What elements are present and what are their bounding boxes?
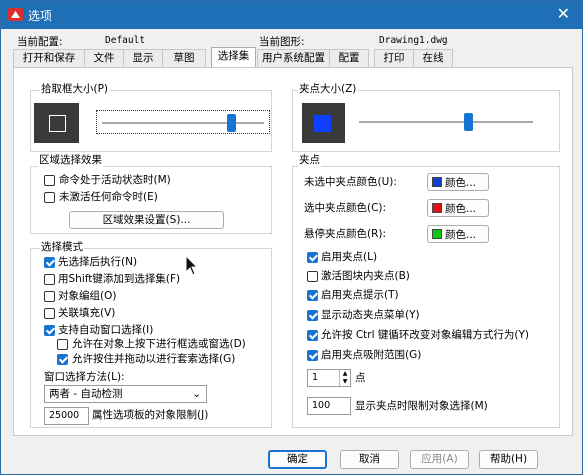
show-grips-label: 启用夹点(L)	[321, 251, 378, 263]
tab-display[interactable]: 显示	[123, 49, 163, 67]
press-drag-label: 允许在对象上按下进行框选或窗选(D)	[72, 338, 246, 350]
apply-button[interactable]: 应用(A)	[410, 450, 469, 469]
grip-square-icon	[314, 115, 331, 132]
unselected-grip-color-label: 未选中夹点颜色(U):	[304, 176, 397, 188]
area-inactive-checkbox[interactable]	[44, 192, 55, 203]
selected-grip-color-label: 选中夹点颜色(C):	[304, 202, 387, 214]
grips-in-blocks-label: 激活图块内夹点(B)	[321, 270, 410, 282]
window-method-value: 两者 - 自动检测	[49, 388, 123, 400]
unselected-color-swatch	[432, 177, 442, 187]
area-active-label: 命令处于活动状态时(M)	[59, 174, 171, 186]
window-title: 选项	[28, 9, 53, 23]
area-effect-title: 区域选择效果	[38, 154, 103, 167]
current-drawing-label: 当前图形:	[259, 36, 305, 48]
properties-limit-input[interactable]: 25000	[44, 407, 89, 425]
tab-plot[interactable]: 打印	[374, 49, 414, 67]
tab-user-preferences[interactable]: 用户系统配置	[257, 49, 330, 67]
selected-color-label: 颜色...	[445, 203, 477, 215]
title-bar: 选项 ✕	[1, 1, 582, 29]
selected-color-swatch	[432, 203, 442, 213]
selection-tab-panel: 拾取框大小(P) 夹点大小(Z) 区域选择效果 命令处于活动状态时(M) 未激活…	[13, 67, 573, 436]
ok-button[interactable]: 确定	[268, 450, 327, 469]
grip-object-limit-input[interactable]: 100	[307, 397, 351, 415]
grips-range-checkbox[interactable]	[307, 350, 318, 361]
options-dialog: 选项 ✕ 当前配置: Default 当前图形: Drawing1.dwg 打开…	[0, 0, 583, 475]
object-group-label: 对象编组(O)	[58, 290, 117, 302]
pickbox-slider-thumb[interactable]	[227, 114, 237, 132]
dynamic-grip-menu-checkbox[interactable]	[307, 310, 318, 321]
grips-range-label: 启用夹点吸附范围(G)	[321, 349, 422, 361]
grip-size-preview	[302, 103, 345, 143]
area-effect-settings-button[interactable]: 区域效果设置(S)...	[69, 211, 224, 229]
area-inactive-label: 未激活任何命令时(E)	[59, 191, 158, 203]
pickbox-slider[interactable]	[96, 110, 270, 134]
current-drawing-value: Drawing1.dwg	[379, 35, 448, 46]
grip-range-spinner[interactable]: 1 ▲ ▼	[307, 369, 351, 387]
ctrl-cycle-checkbox[interactable]	[307, 330, 318, 341]
grip-size-title: 夹点大小(Z)	[298, 83, 358, 96]
help-button[interactable]: 帮助(H)	[479, 450, 538, 469]
hover-grip-color-button[interactable]: 颜色...	[427, 225, 489, 243]
noun-verb-checkbox[interactable]	[44, 257, 55, 268]
hover-grip-color-label: 悬停夹点颜色(R):	[304, 228, 387, 240]
grip-object-limit-label: 显示夹点时限制对象选择(M)	[355, 400, 488, 412]
tab-selection[interactable]: 选择集	[211, 47, 256, 67]
window-method-select[interactable]: 两者 - 自动检测 ⌄	[44, 385, 207, 403]
current-config-label: 当前配置:	[17, 36, 63, 48]
cancel-button[interactable]: 取消	[340, 450, 399, 469]
noun-verb-label: 先选择后执行(N)	[58, 256, 138, 268]
chevron-down-icon: ⌄	[192, 388, 201, 400]
grip-size-slider-track	[359, 121, 533, 123]
object-group-checkbox[interactable]	[44, 291, 55, 302]
window-method-label: 窗口选择方法(L):	[44, 371, 125, 383]
dynamic-grip-menu-label: 显示动态夹点菜单(Y)	[321, 309, 420, 321]
pickbox-preview	[34, 103, 79, 143]
show-grips-checkbox[interactable]	[307, 252, 318, 263]
grip-range-value: 1	[312, 372, 319, 383]
pickbox-slider-track	[102, 122, 264, 124]
grip-range-unit: 点	[355, 372, 366, 384]
shift-add-label: 用Shift键添加到选择集(F)	[58, 273, 181, 285]
area-active-checkbox[interactable]	[44, 175, 55, 186]
unselected-grip-color-button[interactable]: 颜色...	[427, 173, 489, 191]
lasso-checkbox[interactable]	[57, 354, 68, 365]
hover-color-swatch	[432, 229, 442, 239]
unselected-color-label: 颜色...	[445, 177, 477, 189]
grip-tips-label: 启用夹点提示(T)	[321, 289, 399, 301]
mouse-cursor-icon	[185, 255, 199, 276]
assoc-hatch-label: 关联填充(V)	[58, 307, 116, 319]
selection-modes-title: 选择模式	[40, 241, 84, 254]
grips-in-blocks-checkbox[interactable]	[307, 271, 318, 282]
pickbox-square-icon	[49, 115, 66, 132]
tab-files[interactable]: 文件	[84, 49, 124, 67]
implied-window-checkbox[interactable]	[44, 325, 55, 336]
press-drag-checkbox[interactable]	[57, 339, 68, 350]
grips-title: 夹点	[298, 154, 321, 167]
pickbox-title: 拾取框大小(P)	[40, 83, 110, 96]
tab-online[interactable]: 在线	[413, 49, 453, 67]
properties-limit-label: 属性选项板的对象限制(J)	[92, 409, 209, 421]
lasso-label: 允许按住并拖动以进行套索选择(G)	[72, 353, 236, 365]
tab-profiles[interactable]: 配置	[329, 49, 369, 67]
shift-add-checkbox[interactable]	[44, 274, 55, 285]
autocad-logo-icon	[8, 8, 23, 21]
selected-grip-color-button[interactable]: 颜色...	[427, 199, 489, 217]
ctrl-cycle-label: 允许按 Ctrl 键循环改变对象编辑方式行为(Y)	[321, 329, 529, 341]
grip-size-slider[interactable]	[359, 110, 539, 134]
tab-drafting[interactable]: 草图	[162, 49, 206, 67]
assoc-hatch-checkbox[interactable]	[44, 308, 55, 319]
implied-window-label: 支持自动窗口选择(I)	[58, 324, 154, 336]
tab-open-save[interactable]: 打开和保存	[13, 49, 85, 67]
spinner-arrows-icon[interactable]: ▲ ▼	[339, 370, 350, 386]
grip-size-slider-thumb[interactable]	[464, 113, 474, 131]
current-config-value: Default	[105, 35, 146, 46]
grip-tips-checkbox[interactable]	[307, 290, 318, 301]
close-icon[interactable]: ✕	[557, 5, 570, 23]
hover-color-label: 颜色...	[445, 229, 477, 241]
